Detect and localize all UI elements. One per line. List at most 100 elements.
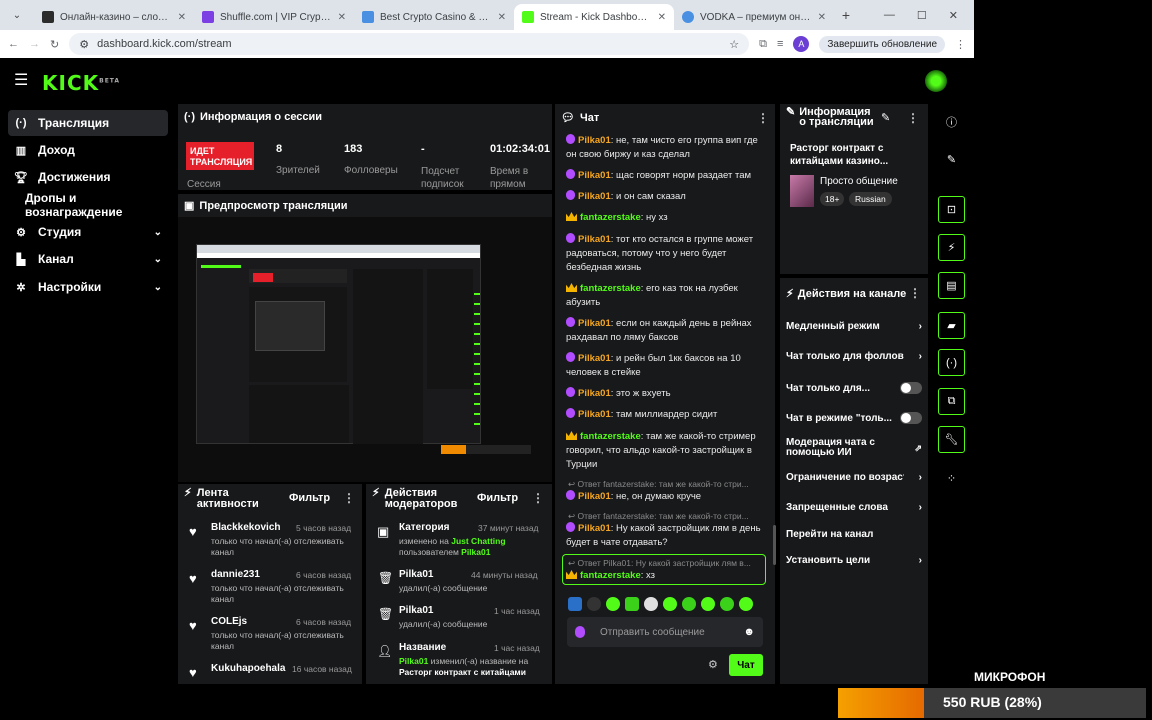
forward-icon[interactable]: → (29, 38, 40, 50)
hamburger-menu-icon[interactable]: ☰ (14, 70, 28, 90)
set-goals-action[interactable]: Установить цели › (786, 555, 922, 566)
new-tab-button[interactable]: + (834, 7, 858, 23)
chat-scrollbar[interactable] (773, 525, 776, 565)
stream-info-menu-icon[interactable]: ⋮ (907, 111, 919, 125)
subs-only-toggle[interactable] (900, 382, 922, 394)
emote-icon[interactable] (606, 597, 620, 611)
channel-actions-menu-icon[interactable]: ⋮ (909, 286, 921, 300)
chat-bubble-icon[interactable]: ▰ (938, 312, 965, 339)
profile-avatar[interactable]: A (793, 36, 810, 52)
bookmark-star-icon[interactable]: ☆ (729, 38, 739, 51)
reply-reference[interactable]: ↩ Ответ fantazerstake: там же какой-то с… (568, 479, 749, 490)
sidebar-item-stream[interactable]: (·) Трансляция (8, 110, 168, 136)
chat-message: Pilka01: это ж вхуеть (566, 387, 766, 401)
sidebar-item-settings[interactable]: ✲ Настройки ⌄ (8, 274, 168, 300)
browser-tab-active[interactable]: Stream - Kick Dashboard ✕ (514, 4, 674, 30)
stream-preview-video[interactable] (178, 217, 552, 482)
followers-only-action[interactable]: Чат только для фолловеров › (786, 351, 922, 362)
mic-badge-icon (566, 352, 575, 362)
browser-tab[interactable]: VODKA – премиум онлайн-ка ✕ (674, 4, 834, 30)
layers-icon[interactable]: ⧉ (938, 388, 965, 415)
banned-words-action[interactable]: Запрещенные слова › (786, 502, 922, 513)
kick-logo[interactable]: KICKBETA (42, 71, 120, 95)
action-label: Ограничение по возрасту (786, 472, 904, 483)
browser-tab[interactable]: Онлайн-казино – слоты, лайв ✕ (34, 4, 194, 30)
wrench-icon[interactable]: 🔧︎ (938, 426, 965, 453)
reply-reference[interactable]: ↩ Ответ fantazerstake: там же какой-то с… (568, 511, 749, 522)
extensions-icon[interactable]: ⧉ (759, 38, 767, 51)
chat-settings-icon[interactable]: ⚙ (708, 658, 718, 671)
emote-only-toggle[interactable] (900, 412, 922, 424)
sidebar-item-channel[interactable]: ▙ Канал ⌄ (8, 246, 168, 272)
close-tab-icon[interactable]: ✕ (658, 12, 666, 23)
emote-icon[interactable] (701, 597, 715, 611)
site-info-icon[interactable]: ⚙ (79, 38, 89, 51)
age-restriction-action[interactable]: Ограничение по возрасту › (786, 472, 922, 483)
update-button[interactable]: Завершить обновление (819, 35, 945, 53)
emote-row (568, 597, 753, 611)
emote-icon[interactable] (720, 597, 734, 611)
ai-moderation-action[interactable]: Модерация чата с помощью ИИ ⇗ (786, 438, 922, 458)
go-to-channel-action[interactable]: Перейти на канал (786, 529, 922, 540)
reply-reference[interactable]: ↩ Ответ Pilka01: Ну какой застройщик лям… (568, 558, 751, 569)
feed-item-name[interactable]: COLEjs (211, 616, 247, 627)
heart-icon: ♥ (189, 524, 197, 539)
broadcast-icon[interactable]: (·) (938, 349, 965, 376)
heart-icon: ♥ (189, 571, 197, 586)
mic-badge-icon (566, 134, 575, 144)
emoji-icon[interactable]: ☻ (743, 626, 755, 638)
mod-filter-button[interactable]: Фильтр (477, 492, 518, 504)
emote-icon[interactable] (568, 597, 582, 611)
edit-stream-info-icon[interactable]: ✎ (881, 111, 890, 124)
info-icon[interactable]: ⓘ (938, 108, 965, 135)
url-input[interactable]: ⚙ dashboard.kick.com/stream ☆ (69, 33, 750, 55)
tab-search-icon[interactable]: ⌄ (0, 10, 34, 21)
feed-item-name[interactable]: dannie231 (211, 569, 260, 580)
mic-badge-icon (566, 522, 575, 532)
browser-menu-icon[interactable]: ⋮ (955, 38, 966, 51)
screenshot-icon[interactable]: ⊡ (938, 196, 965, 223)
emote-icon[interactable] (644, 597, 658, 611)
feed-item-name[interactable]: Kukuhapoehala (211, 663, 285, 674)
close-tab-icon[interactable]: ✕ (338, 12, 346, 23)
feed-menu-icon[interactable]: ⋮ (343, 491, 355, 505)
slow-mode-action[interactable]: Медленный режим › (786, 321, 922, 332)
sidebar-item-drops[interactable]: Дропы и вознаграждение (8, 191, 176, 219)
chat-input[interactable]: Отправить сообщение ☻ (567, 617, 763, 647)
sidebar-item-studio[interactable]: ⚙ Студия ⌄ (8, 219, 168, 245)
chat-menu-icon[interactable]: ⋮ (757, 111, 769, 125)
emote-icon[interactable] (587, 597, 601, 611)
close-tab-icon[interactable]: ✕ (178, 12, 186, 23)
close-tab-icon[interactable]: ✕ (818, 12, 826, 23)
back-icon[interactable]: ← (8, 38, 19, 50)
emote-icon[interactable] (663, 597, 677, 611)
send-chat-button[interactable]: Чат (729, 654, 763, 676)
lightning-icon[interactable]: ⚡︎ (938, 234, 965, 261)
action-label: Чат в режиме "толь... (786, 412, 892, 424)
sidebar-item-achievements[interactable]: 🏆︎ Достижения (8, 164, 168, 190)
close-window-icon[interactable]: ✕ (949, 9, 958, 22)
emote-icon[interactable] (682, 597, 696, 611)
kick-header (0, 60, 974, 102)
connections-icon[interactable]: ⁘ (938, 465, 965, 492)
feed-item-time: 6 часов назад (296, 617, 352, 627)
emote-icon[interactable] (625, 597, 639, 611)
minimize-icon[interactable]: — (884, 9, 895, 22)
feed-filter-button[interactable]: Фильтр (289, 492, 330, 504)
mic-badge-icon (575, 626, 585, 638)
reload-icon[interactable]: ↻ (50, 38, 59, 51)
browser-tab[interactable]: Best Crypto Casino & Bitcoin G ✕ (354, 4, 514, 30)
emote-icon[interactable] (739, 597, 753, 611)
user-avatar[interactable] (925, 70, 947, 92)
document-icon[interactable]: ▤ (938, 272, 965, 299)
mod-menu-icon[interactable]: ⋮ (532, 491, 544, 505)
edit-icon[interactable]: ✎ (938, 146, 965, 173)
maximize-icon[interactable]: ☐ (917, 9, 927, 22)
reading-list-icon[interactable]: ≡ (777, 38, 783, 50)
sidebar-item-revenue[interactable]: ▥ Доход (8, 137, 168, 163)
chevron-down-icon: ⌄ (153, 226, 162, 238)
feed-item-text: только что начал(-а) отслеживать канал (211, 630, 344, 651)
feed-item-name[interactable]: Blackkekovich (211, 522, 281, 533)
close-tab-icon[interactable]: ✕ (498, 12, 506, 23)
browser-tab[interactable]: Shuffle.com | VIP Crypto Casino ✕ (194, 4, 354, 30)
